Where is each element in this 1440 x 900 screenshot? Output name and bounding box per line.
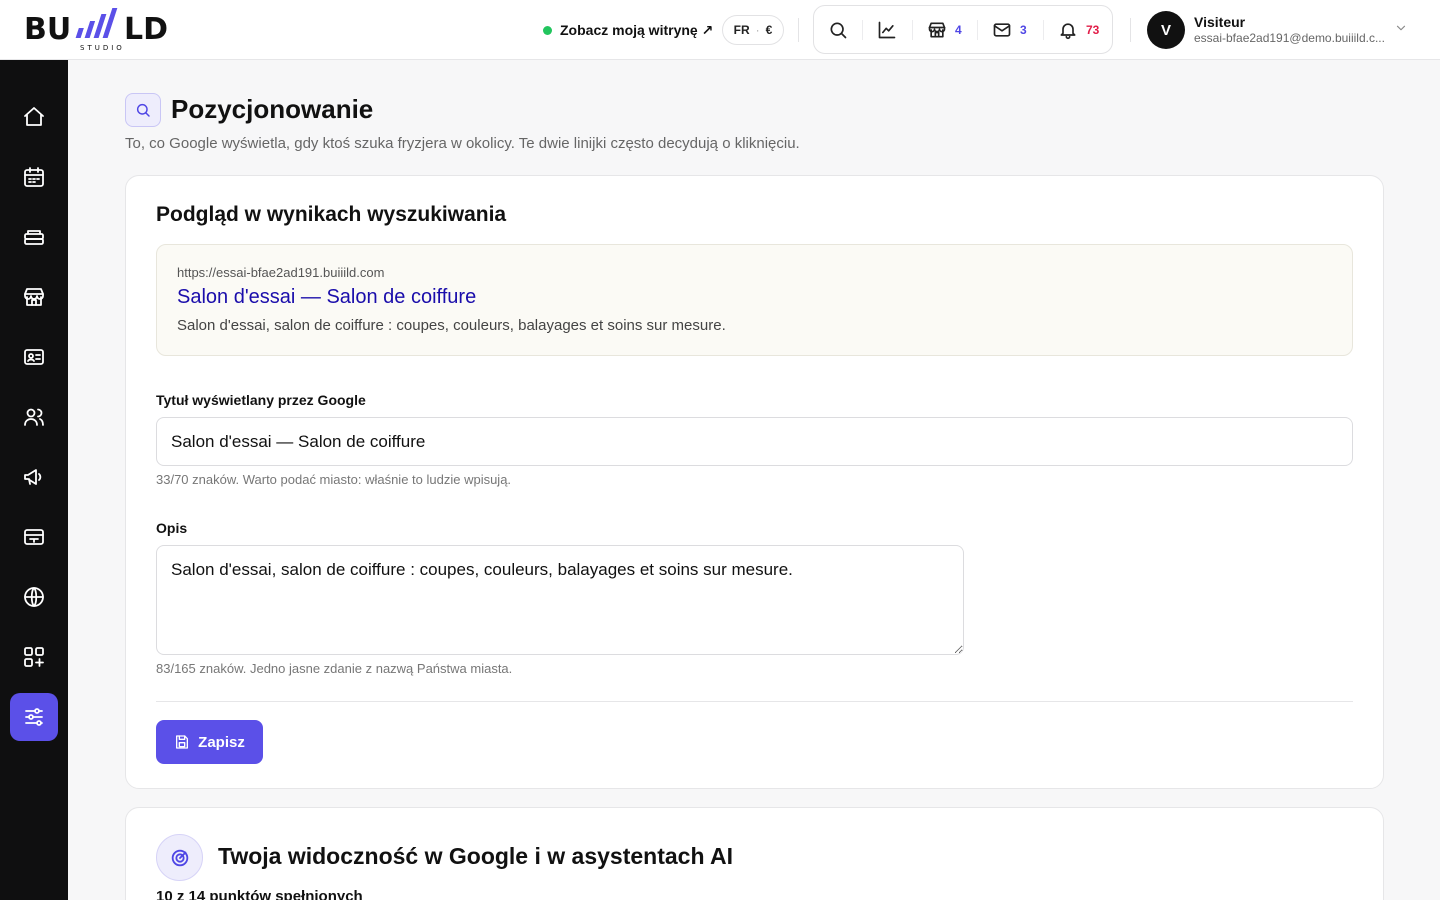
title-field-label: Tytuł wyświetlany przez Google bbox=[156, 392, 366, 408]
shop-button[interactable]: 4 bbox=[927, 18, 962, 42]
search-button[interactable] bbox=[828, 18, 848, 42]
store-icon bbox=[24, 288, 44, 306]
messages-count: 3 bbox=[1020, 23, 1027, 37]
google-preview: https://essai-bfae2ad191.buiiild.com Sal… bbox=[156, 244, 1353, 356]
sidebar-item-payments[interactable] bbox=[10, 513, 58, 561]
store-icon bbox=[928, 22, 946, 38]
view-site-label: Zobacz moją witrynę ↗ bbox=[560, 21, 714, 38]
seo-description-textarea[interactable]: Salon d'essai, salon de coiffure : coupe… bbox=[156, 545, 964, 655]
svg-text:BU: BU bbox=[24, 12, 71, 47]
preview-description: Salon d'essai, salon de coiffure : coupe… bbox=[177, 317, 726, 334]
sliders-icon bbox=[25, 708, 43, 726]
messages-button[interactable]: 3 bbox=[992, 18, 1027, 42]
sidebar-item-contacts[interactable] bbox=[10, 333, 58, 381]
card-title: Podgląd w wynikach wyszukiwania bbox=[156, 203, 507, 226]
sidebar-item-website[interactable] bbox=[10, 573, 58, 621]
sidebar-item-home[interactable] bbox=[10, 93, 58, 141]
stack-icon bbox=[24, 230, 44, 245]
language-currency-selector[interactable]: FR · € bbox=[722, 15, 784, 45]
save-button[interactable]: Zapisz bbox=[156, 720, 263, 764]
apps-add-icon bbox=[24, 647, 44, 667]
bell-icon bbox=[1060, 23, 1076, 40]
sidebar-item-calendar[interactable] bbox=[10, 153, 58, 201]
user-menu[interactable]: V Visiteur essai-bfae2ad191@demo.buiiild… bbox=[1147, 11, 1417, 49]
page-subtitle: To, co Google wyświetla, gdy ktoś szuka … bbox=[125, 135, 800, 152]
preview-url: https://essai-bfae2ad191.buiiild.com bbox=[177, 265, 385, 280]
search-icon bbox=[830, 22, 847, 39]
divider bbox=[1130, 18, 1131, 42]
sidebar-item-services[interactable] bbox=[10, 213, 58, 261]
seo-title-input[interactable] bbox=[156, 417, 1353, 466]
description-help-text: 83/165 znaków. Jedno jasne zdanie z nazw… bbox=[156, 661, 513, 676]
calendar-icon bbox=[24, 167, 44, 187]
svg-text:STUDIO: STUDIO bbox=[80, 44, 125, 52]
page-title: Pozycjonowanie bbox=[171, 94, 374, 124]
id-card-icon bbox=[24, 349, 44, 365]
sidebar-item-apps[interactable] bbox=[10, 633, 58, 681]
search-icon bbox=[136, 103, 150, 117]
top-bar: BU LD STUDIO Zobacz moją witrynę ↗ FR · … bbox=[0, 0, 1440, 60]
sidebar-item-settings[interactable] bbox=[10, 693, 58, 741]
visibility-title: Twoja widoczność w Google i w asystentac… bbox=[218, 843, 734, 869]
preview-title: Salon d'essai — Salon de coiffure bbox=[177, 286, 477, 308]
notifications-button[interactable]: 73 bbox=[1058, 18, 1099, 42]
seo-page-icon bbox=[125, 93, 161, 127]
home-icon bbox=[24, 107, 44, 126]
visibility-summary: 10 z 14 punktów spełnionych bbox=[156, 888, 363, 900]
chart-icon bbox=[878, 21, 896, 39]
view-site-link[interactable]: Zobacz moją witrynę ↗ bbox=[543, 20, 713, 40]
mail-icon bbox=[993, 23, 1011, 37]
users-icon bbox=[24, 408, 44, 426]
sidebar-item-marketing[interactable] bbox=[10, 453, 58, 501]
divider bbox=[156, 701, 1353, 702]
stats-button[interactable] bbox=[877, 18, 897, 42]
logo-mark: BU LD STUDIO bbox=[24, 8, 168, 52]
language-label: FR bbox=[733, 23, 750, 37]
quick-actions: 4 3 73 bbox=[813, 5, 1113, 54]
user-email: essai-bfae2ad191@demo.buiiild.c... bbox=[1194, 31, 1385, 45]
megaphone-icon bbox=[24, 469, 42, 485]
sidebar-item-team[interactable] bbox=[10, 393, 58, 441]
title-help-text: 33/70 znaków. Warto podać miasto: właśni… bbox=[156, 472, 512, 487]
svg-text:LD: LD bbox=[124, 12, 168, 47]
notifications-count: 73 bbox=[1086, 23, 1100, 37]
user-name: Visiteur bbox=[1194, 14, 1246, 30]
sidebar bbox=[0, 60, 68, 900]
globe-icon bbox=[24, 587, 44, 607]
save-button-label: Zapisz bbox=[198, 733, 245, 751]
save-icon bbox=[176, 735, 189, 749]
card-icon bbox=[24, 529, 44, 545]
search-preview-card: Podgląd w wynikach wyszukiwania https://… bbox=[125, 175, 1384, 789]
logo[interactable]: BU LD STUDIO bbox=[24, 6, 184, 54]
description-field-label: Opis bbox=[156, 520, 188, 536]
visibility-card: Twoja widoczność w Google i w asystentac… bbox=[125, 807, 1384, 900]
target-icon bbox=[156, 834, 203, 881]
shop-count: 4 bbox=[955, 23, 962, 37]
divider bbox=[798, 18, 799, 42]
currency-label: € bbox=[765, 23, 773, 37]
online-status-icon bbox=[543, 25, 552, 35]
chevron-down-icon bbox=[1396, 25, 1406, 31]
sidebar-item-shop[interactable] bbox=[10, 273, 58, 321]
avatar: V bbox=[1147, 11, 1185, 49]
